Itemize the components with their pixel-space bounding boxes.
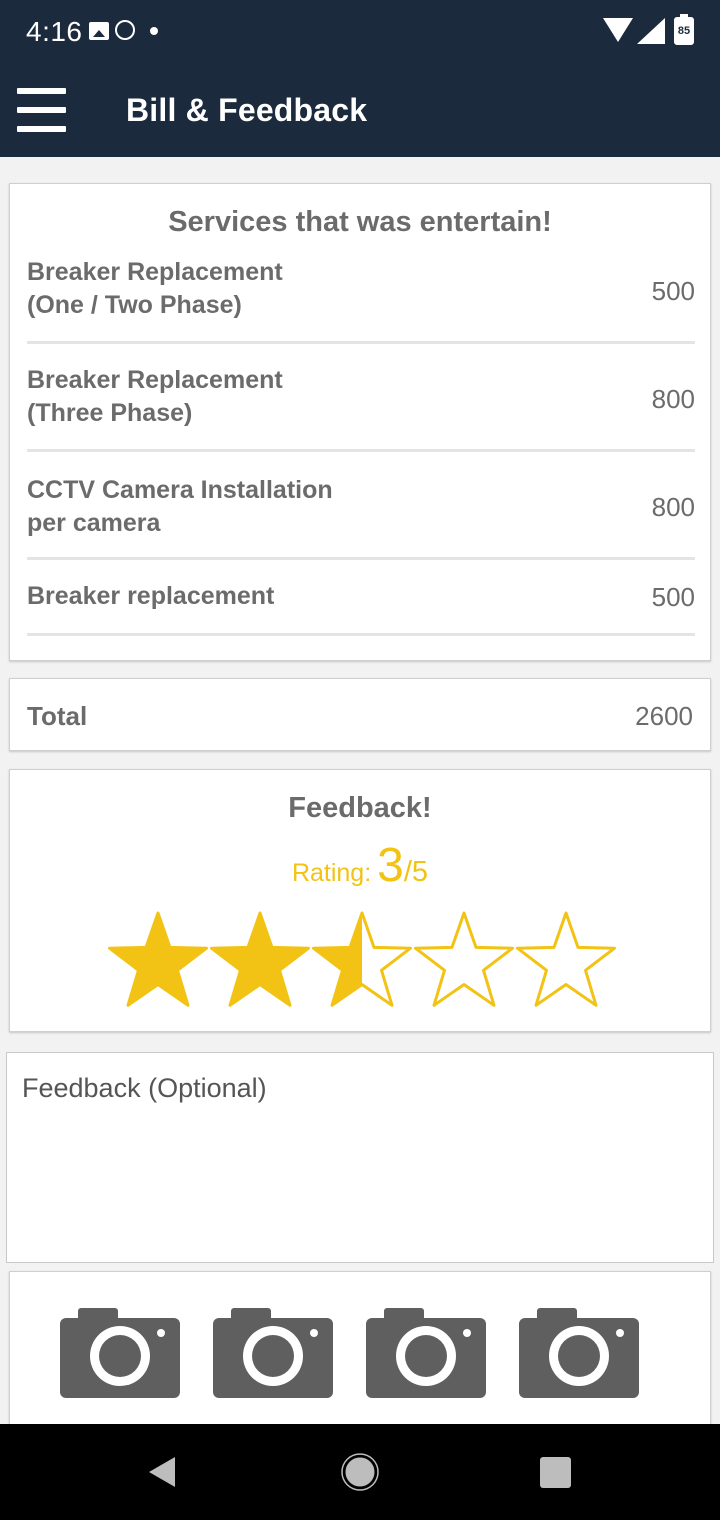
rating-line: Rating: 3/5 (10, 838, 710, 893)
whatsapp-icon (115, 20, 135, 40)
services-card: Services that was entertain! Breaker Rep… (9, 183, 711, 661)
camera-icon[interactable] (519, 1306, 639, 1398)
photo-upload-card (9, 1271, 711, 1431)
service-price: 500 (651, 582, 695, 612)
signal-icon (637, 18, 665, 44)
service-price: 800 (651, 492, 695, 522)
image-icon (89, 22, 109, 40)
total-card: Total 2600 (9, 678, 711, 751)
services-title: Services that was entertain! (168, 206, 552, 238)
service-name: CCTV Camera Installation per camera (27, 476, 333, 537)
feedback-title: Feedback! (288, 792, 432, 824)
battery-level: 85 (677, 25, 691, 37)
star-icon[interactable] (414, 911, 514, 1007)
rating-label: Rating: (291, 859, 372, 887)
service-name: Breaker replacement (27, 582, 275, 610)
back-icon[interactable] (145, 1455, 179, 1489)
service-price: 800 (651, 384, 695, 414)
recents-icon[interactable] (540, 1457, 571, 1488)
star-icon[interactable] (516, 911, 616, 1007)
hamburger-menu-icon[interactable] (17, 88, 66, 132)
total-value: 2600 (635, 701, 693, 731)
rating-max: /5 (403, 856, 429, 888)
status-time: 4:16 (26, 16, 83, 47)
star-icon[interactable] (108, 911, 208, 1007)
service-name: Breaker Replacement (Three Phase) (27, 366, 283, 427)
status-bar: 4:16 85 (0, 0, 720, 64)
camera-icon[interactable] (213, 1306, 333, 1398)
notification-dot-icon (150, 27, 158, 35)
battery-icon: 85 (674, 14, 694, 45)
star-rating-bar[interactable] (105, 910, 625, 1012)
service-name: Breaker Replacement (One / Two Phase) (27, 258, 283, 319)
service-row: Breaker replacement 500 (27, 560, 695, 636)
star-icon[interactable] (210, 911, 310, 1007)
app-bar: Bill & Feedback (0, 64, 720, 157)
star-icon[interactable] (312, 911, 412, 1007)
service-row: CCTV Camera Installation per camera 800 (27, 452, 695, 560)
wifi-icon (603, 18, 633, 42)
service-price: 500 (651, 276, 695, 306)
total-label: Total (27, 701, 88, 731)
system-nav-bar (0, 1424, 720, 1520)
feedback-input[interactable] (6, 1052, 714, 1263)
camera-icon[interactable] (60, 1306, 180, 1398)
service-row: Breaker Replacement (One / Two Phase) 50… (27, 256, 695, 344)
home-icon[interactable] (341, 1453, 379, 1491)
camera-icon[interactable] (366, 1306, 486, 1398)
service-row: Breaker Replacement (Three Phase) 800 (27, 344, 695, 452)
app-screen: 4:16 85 Bill & Feedback Services that wa… (0, 0, 720, 1520)
feedback-card: Feedback! Rating: 3/5 (9, 769, 711, 1032)
rating-value: 3 (377, 839, 404, 892)
page-title: Bill & Feedback (126, 92, 368, 128)
